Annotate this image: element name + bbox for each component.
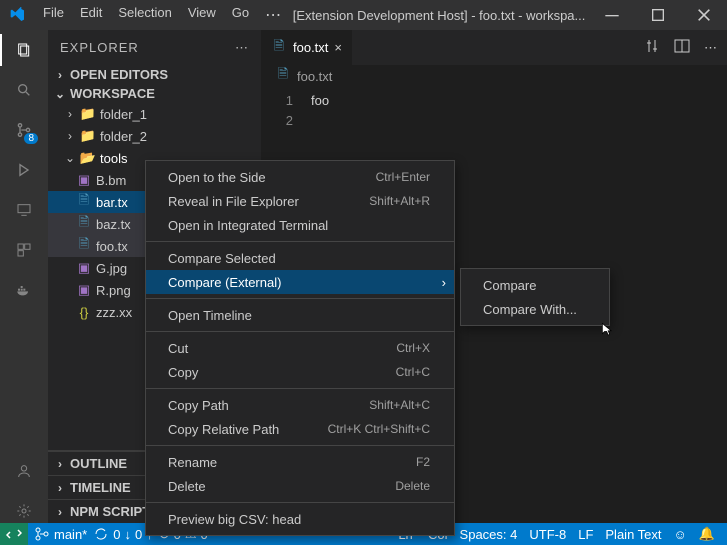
language-mode[interactable]: Plain Text	[605, 527, 661, 542]
ctx-timeline[interactable]: Open Timeline	[146, 303, 454, 327]
menu-bar: File Edit Selection View Go ⋯	[35, 5, 289, 25]
remote-explorer-icon[interactable]	[12, 198, 36, 222]
line-number: 2	[261, 113, 311, 133]
file-icon: 🗎	[275, 68, 291, 84]
line-number: 1	[261, 93, 311, 113]
ctx-compare-selected[interactable]: Compare Selected	[146, 246, 454, 270]
context-submenu: Compare Compare With...	[460, 268, 610, 326]
explorer-icon[interactable]	[12, 38, 36, 62]
mouse-cursor	[598, 322, 614, 343]
ctx-copy-relative-path[interactable]: Copy Relative PathCtrl+K Ctrl+Shift+C	[146, 417, 454, 441]
indentation[interactable]: Spaces: 4	[460, 527, 518, 542]
ctx-copy[interactable]: CopyCtrl+C	[146, 360, 454, 384]
run-debug-icon[interactable]	[12, 158, 36, 182]
ctx-delete[interactable]: DeleteDelete	[146, 474, 454, 498]
scm-badge: 8	[24, 133, 38, 144]
source-control-icon[interactable]: 8	[12, 118, 36, 142]
ctx-cut[interactable]: CutCtrl+X	[146, 336, 454, 360]
section-workspace[interactable]: ⌄WORKSPACE	[48, 84, 261, 103]
context-menu: Open to the SideCtrl+Enter Reveal in Fil…	[145, 160, 455, 536]
menu-file[interactable]: File	[35, 5, 72, 25]
minimize-button[interactable]	[589, 7, 635, 23]
ctx-preview-csv[interactable]: Preview big CSV: head	[146, 507, 454, 531]
notifications-icon[interactable]: 🔔	[699, 526, 715, 542]
activity-bar: 8	[0, 30, 48, 523]
ctx-copy-path[interactable]: Copy PathShift+Alt+C	[146, 393, 454, 417]
extensions-icon[interactable]	[12, 238, 36, 262]
ctx-open-terminal[interactable]: Open in Integrated Terminal	[146, 213, 454, 237]
breadcrumb[interactable]: 🗎 foo.txt	[261, 65, 727, 87]
close-tab-icon[interactable]: ×	[334, 40, 342, 55]
sidebar-more-icon[interactable]: ⋯	[235, 40, 249, 56]
git-branch[interactable]: main*	[34, 526, 87, 542]
section-open-editors[interactable]: ›OPEN EDITORS	[48, 65, 261, 84]
menu-view[interactable]: View	[180, 5, 224, 25]
window-title: [Extension Development Host] - foo.txt -…	[289, 8, 589, 23]
docker-icon[interactable]	[12, 278, 36, 302]
split-editor-icon[interactable]	[674, 38, 690, 57]
git-sync[interactable]: 0↓ 0↑	[93, 526, 152, 542]
settings-icon[interactable]	[12, 499, 36, 523]
menu-go[interactable]: Go	[224, 5, 257, 25]
file-icon: 🗎	[271, 40, 287, 56]
maximize-button[interactable]	[635, 7, 681, 23]
explorer-title: EXPLORER	[60, 40, 235, 55]
editor-more-icon[interactable]: ⋯	[704, 40, 717, 56]
ctx-rename[interactable]: RenameF2	[146, 450, 454, 474]
eol[interactable]: LF	[578, 527, 593, 542]
ctx-compare-external[interactable]: Compare (External)›	[146, 270, 454, 294]
ctx-reveal[interactable]: Reveal in File ExplorerShift+Alt+R	[146, 189, 454, 213]
vscode-logo	[0, 7, 35, 23]
menu-selection[interactable]: Selection	[110, 5, 179, 25]
tab-label: foo.txt	[293, 40, 328, 55]
search-icon[interactable]	[12, 78, 36, 102]
menu-edit[interactable]: Edit	[72, 5, 110, 25]
accounts-icon[interactable]	[12, 459, 36, 483]
encoding[interactable]: UTF-8	[529, 527, 566, 542]
close-button[interactable]	[681, 7, 727, 23]
editor-text: foo	[311, 93, 329, 113]
remote-indicator[interactable]	[0, 523, 28, 545]
tree-folder-1[interactable]: ›📁folder_1	[48, 103, 261, 125]
editor-body[interactable]: 1foo 2	[261, 87, 727, 133]
ctx-sub-compare-with[interactable]: Compare With...	[461, 297, 609, 321]
tab-foo[interactable]: 🗎 foo.txt ×	[261, 30, 353, 65]
ctx-open-side[interactable]: Open to the SideCtrl+Enter	[146, 165, 454, 189]
ctx-sub-compare[interactable]: Compare	[461, 273, 609, 297]
menu-overflow[interactable]: ⋯	[257, 5, 289, 25]
tree-folder-2[interactable]: ›📁folder_2	[48, 125, 261, 147]
titlebar: File Edit Selection View Go ⋯ [Extension…	[0, 0, 727, 30]
feedback-icon[interactable]: ☺	[674, 527, 687, 542]
compare-changes-icon[interactable]	[644, 38, 660, 57]
